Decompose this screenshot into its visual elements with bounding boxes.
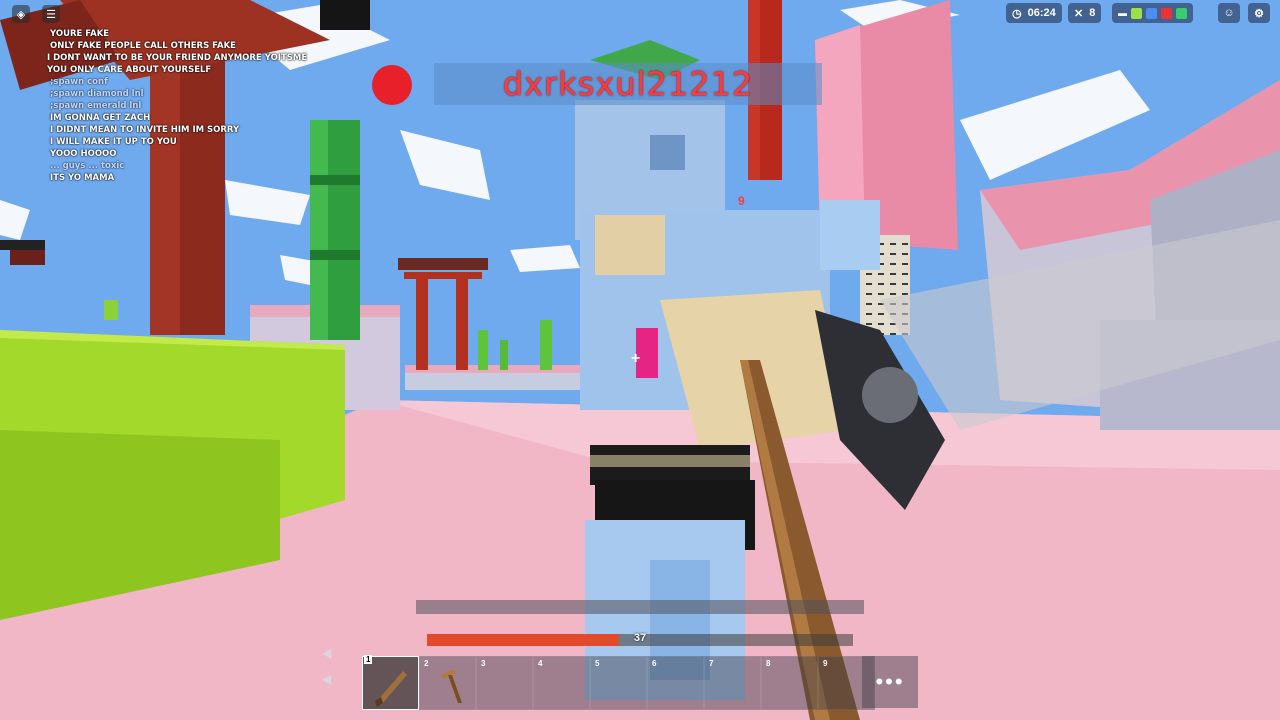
hotbar-slot-3[interactable]: 3: [476, 656, 533, 710]
smile-icon: ☺: [1223, 7, 1235, 19]
hotbar-slot-4[interactable]: 4: [533, 656, 590, 710]
chat-toggle-icon[interactable]: ☰: [42, 5, 60, 23]
crossed-swords-icon: ✕: [1074, 7, 1084, 20]
crosshair-icon: +: [631, 350, 641, 367]
chat-message: I WILL MAKE IT UP TO YOU: [50, 137, 177, 147]
hotbar-slot-2[interactable]: 2: [419, 656, 476, 710]
team-swatch-blue: [1146, 7, 1157, 19]
kill-count: 8: [1089, 7, 1096, 19]
slot-key: 4: [538, 659, 543, 668]
chat-message: ONLY FAKE PEOPLE CALL OTHERS FAKE: [50, 41, 236, 51]
team-swatch-green: [1131, 7, 1142, 19]
timer-value: 06:24: [1027, 7, 1056, 19]
inventory-more-button[interactable]: •••: [862, 656, 918, 708]
slot-key: 3: [481, 659, 486, 668]
hotbar-slot-6[interactable]: 6: [647, 656, 704, 710]
enemy-nameplate: dxrksxul21212: [434, 63, 822, 105]
team-swatch-red: [1161, 7, 1172, 19]
slot-key: 9: [823, 659, 828, 668]
hotbar-slot-5[interactable]: 5: [590, 656, 647, 710]
chat-message: I DIDNT MEAN TO INVITE HIM IM SORRY: [50, 125, 240, 135]
slot-key: 5: [595, 659, 600, 668]
hotbar-slot-8[interactable]: 8: [761, 656, 818, 710]
slot-key: 2: [424, 659, 429, 668]
chat-message: IM GONNA GET ZACH: [50, 113, 151, 123]
chat-message: ;spawn emerald lnl: [50, 101, 142, 111]
chat-message: ITS YO MAMA: [50, 173, 115, 183]
gear-icon: ⚙: [1254, 7, 1264, 20]
team-swatch-teal: [1176, 7, 1187, 19]
slot-key: 7: [709, 659, 714, 668]
slot-key: 1: [364, 655, 373, 664]
chat-message: YOOO HOOOO: [50, 149, 117, 159]
chat-message: I DONT WANT TO BE YOUR FRIEND ANYMORE YO…: [47, 53, 308, 63]
hotbar: 1 2 3 4 5 6 7 8 9: [362, 655, 875, 710]
roblox-menu-icon[interactable]: ◈: [12, 5, 30, 23]
slot-key: 8: [766, 659, 771, 668]
hotbar-slot-1[interactable]: 1: [362, 655, 419, 710]
settings-button[interactable]: ⚙: [1248, 3, 1270, 23]
chat-message: ;spawn diamond lnl: [50, 89, 144, 99]
wooden-sword-icon: [375, 671, 407, 707]
damage-indicator: 9: [738, 194, 745, 208]
enemy-health-backdrop: [416, 600, 864, 614]
arrow-left-icon[interactable]: ◀: [322, 666, 331, 692]
bamboo-pillar: [310, 120, 360, 340]
health-bar: 37: [427, 632, 853, 646]
kill-counter: ✕ 8: [1068, 3, 1102, 23]
chat-message: ;spawn conf: [50, 77, 108, 87]
inventory-arrows[interactable]: ◀ ◀: [322, 640, 331, 692]
red-orb: [372, 65, 412, 105]
match-timer: ◷ 06:24: [1006, 3, 1062, 23]
team-status: ▬: [1112, 3, 1193, 23]
slot-key: 6: [652, 659, 657, 668]
hotbar-slot-7[interactable]: 7: [704, 656, 761, 710]
clock-icon: ◷: [1012, 7, 1022, 20]
chat-message: ... guys ... toxic: [50, 161, 125, 171]
chat-message: YOU ONLY CARE ABOUT YOURSELF: [47, 65, 212, 75]
team-indicator-icon: ▬: [1118, 8, 1127, 18]
chat-log: YOURE FAKE ONLY FAKE PEOPLE CALL OTHERS …: [20, 28, 308, 184]
arrow-up-icon[interactable]: ◀: [322, 640, 331, 666]
health-value: 37: [633, 632, 647, 644]
chat-message: YOURE FAKE: [50, 29, 110, 39]
enemy-name: dxrksxul21212: [502, 65, 754, 103]
emote-button[interactable]: ☺: [1218, 3, 1240, 23]
